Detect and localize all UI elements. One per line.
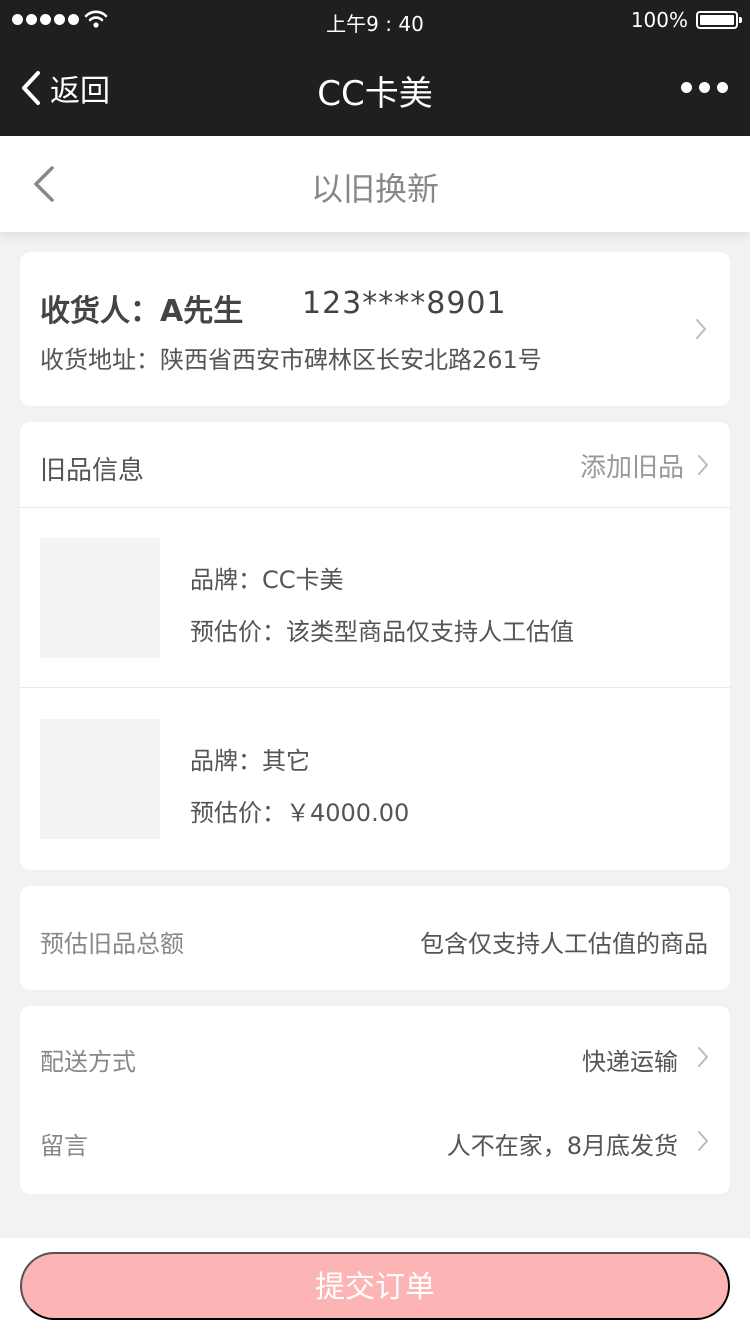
message-row[interactable]: 留言 人不在家，8月底发货 xyxy=(20,1112,730,1172)
battery-icon xyxy=(696,11,742,29)
add-old-item-button[interactable]: 添加旧品 xyxy=(579,448,710,483)
recipient-phone: 123****8901 xyxy=(302,286,507,321)
recipient-label: 收货人： xyxy=(40,294,160,329)
recipient-name: A先生 xyxy=(160,294,244,329)
nav-title: CC卡美 xyxy=(317,74,433,114)
item-brand: 品牌：CC卡美 xyxy=(190,566,344,594)
old-items-title: 旧品信息 xyxy=(40,456,145,486)
item-thumbnail xyxy=(40,719,160,839)
delivery-method-label: 配送方式 xyxy=(40,1048,136,1076)
message-label: 留言 xyxy=(40,1132,88,1160)
item-brand: 品牌：其它 xyxy=(190,747,310,775)
submit-order-button[interactable]: 提交订单 xyxy=(20,1252,730,1320)
item-estimated-price: 预估价：该类型商品仅支持人工估值 xyxy=(190,618,574,646)
page-title: 以旧换新 xyxy=(310,170,439,208)
item-thumbnail xyxy=(40,538,160,658)
item-estimated-price: 预估价：￥4000.00 xyxy=(190,799,410,827)
estimate-total-value: 包含仅支持人工估值的商品 xyxy=(420,930,708,958)
footer-bar: 提交订单 xyxy=(0,1238,750,1334)
old-items-header: 旧品信息 添加旧品 xyxy=(20,422,730,508)
delivery-method-value: 快递运输 xyxy=(582,1048,678,1076)
delivery-method-row[interactable]: 配送方式 快递运输 xyxy=(20,1028,730,1088)
add-old-item-label: 添加旧品 xyxy=(579,452,684,483)
status-bar: 上午9 : 40 100% xyxy=(0,0,750,40)
address-line: 收货地址：陕西省西安市碑林区长安北路261号 xyxy=(40,346,542,374)
estimate-total-card: 预估旧品总额 包含仅支持人工估值的商品 xyxy=(20,886,730,990)
old-item-row[interactable]: 品牌：其它 预估价：￥4000.00 xyxy=(20,689,730,869)
chevron-right-icon xyxy=(696,319,706,339)
chevron-right-icon xyxy=(698,1047,708,1067)
address-card[interactable]: 收货人： A先生 123****8901 收货地址：陕西省西安市碑林区长安北路2… xyxy=(20,252,730,406)
old-items-card: 旧品信息 添加旧品 品牌：CC卡美 预估价：该类型商品仅支持人工估值 品牌：其它… xyxy=(20,422,730,870)
order-options-card: 配送方式 快递运输 留言 人不在家，8月底发货 xyxy=(20,1006,730,1194)
chevron-right-icon xyxy=(698,1131,708,1151)
estimate-total-label: 预估旧品总额 xyxy=(40,930,184,958)
chevron-right-icon xyxy=(698,455,708,475)
battery-percent: 100% xyxy=(630,8,688,32)
more-icon[interactable] xyxy=(681,82,728,93)
nav-bar: 返回 CC卡美 xyxy=(0,40,750,136)
page-header: 以旧换新 xyxy=(0,136,750,232)
old-item-row[interactable]: 品牌：CC卡美 预估价：该类型商品仅支持人工估值 xyxy=(20,508,730,688)
message-value: 人不在家，8月底发货 xyxy=(446,1132,678,1160)
